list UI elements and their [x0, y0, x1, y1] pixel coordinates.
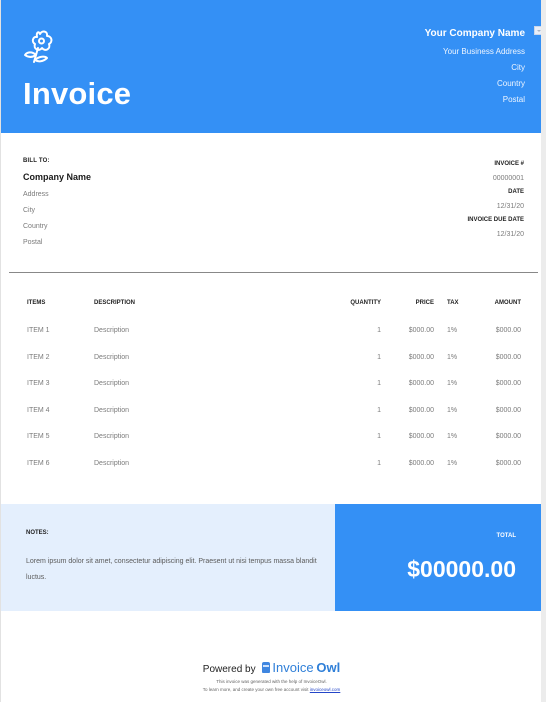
notes-text[interactable]: Lorem ipsum dolor sit amet, consectetur … — [26, 554, 326, 586]
powered-by: Powered by Invoice Owl — [1, 660, 542, 675]
bill-to-label: BILL TO: — [23, 158, 50, 164]
invoice-header: Invoice Your Company Name Your Business … — [1, 0, 544, 133]
col-header-tax: TAX — [447, 300, 459, 306]
item-description[interactable]: Description — [94, 354, 129, 361]
company-name-field[interactable]: Your Company Name — [425, 27, 525, 45]
footer-note: This invoice was generated with the help… — [216, 679, 327, 684]
powered-by-text: Powered by — [202, 664, 256, 675]
company-country-field[interactable]: Country — [425, 77, 525, 93]
company-city-field[interactable]: City — [425, 61, 525, 77]
invoiceowl-logo-icon — [262, 662, 271, 673]
company-info: Your Company Name Your Business Address … — [425, 27, 525, 109]
invoice-number-label: INVOICE # — [494, 161, 524, 167]
total-value: $00000.00 — [407, 556, 516, 582]
item-tax[interactable]: 1% — [447, 460, 457, 467]
invoice-number[interactable]: 00000001 — [467, 171, 524, 186]
bill-to-section: BILL TO: Company Name Address City Count… — [23, 158, 91, 246]
date-label: DATE — [508, 189, 524, 195]
item-quantity[interactable]: 1 — [377, 327, 381, 334]
item-amount: $000.00 — [495, 380, 521, 388]
invoice-date[interactable]: 12/31/20 — [467, 199, 524, 214]
col-header-items: ITEMS — [27, 300, 46, 306]
item-name[interactable]: ITEM 1 — [27, 327, 50, 334]
footer-cta: To learn more, and create your own free … — [1, 687, 542, 692]
invoice-page: Invoice Your Company Name Your Business … — [0, 0, 546, 702]
item-price[interactable]: $000.00 — [409, 407, 434, 414]
item-name[interactable]: ITEM 2 — [27, 354, 50, 361]
item-amount: $000.00 — [495, 459, 521, 467]
client-company-name[interactable]: Company Name — [23, 172, 91, 182]
table-row: ITEM 2 Description 1 $000.00 1% $000.00 — [27, 354, 521, 381]
item-amount: $000.00 — [495, 406, 521, 414]
client-postal[interactable]: Postal — [23, 239, 91, 246]
item-description[interactable]: Description — [94, 433, 129, 440]
col-header-price: PRICE — [415, 300, 434, 306]
item-description[interactable]: Description — [94, 327, 129, 334]
invoice-title: Invoice — [23, 76, 132, 111]
company-address-field[interactable]: Your Business Address — [425, 45, 525, 61]
item-description[interactable]: Description — [94, 407, 129, 414]
item-tax[interactable]: 1% — [447, 354, 457, 361]
item-price[interactable]: $000.00 — [409, 460, 434, 467]
item-name[interactable]: ITEM 3 — [27, 380, 50, 387]
total-label: TOTAL — [496, 533, 516, 539]
col-header-amount: AMOUNT — [494, 300, 521, 306]
item-amount: $000.00 — [495, 353, 521, 361]
item-quantity[interactable]: 1 — [377, 433, 381, 440]
client-country[interactable]: Country — [23, 223, 91, 230]
due-date-label: INVOICE DUE DATE — [467, 217, 524, 223]
item-quantity[interactable]: 1 — [377, 354, 381, 361]
item-tax[interactable]: 1% — [447, 407, 457, 414]
flower-icon — [24, 30, 53, 63]
table-row: ITEM 5 Description 1 $000.00 1% $000.00 — [27, 433, 521, 460]
scrollbar[interactable] — [541, 0, 546, 702]
item-quantity[interactable]: 1 — [377, 380, 381, 387]
brand-invoice: Invoice — [272, 660, 314, 675]
item-price[interactable]: $000.00 — [409, 380, 434, 387]
item-name[interactable]: ITEM 4 — [27, 407, 50, 414]
client-city[interactable]: City — [23, 207, 91, 214]
total-section: TOTAL $00000.00 — [335, 504, 542, 611]
footer-cta-text: To learn more, and create your own free … — [202, 687, 309, 692]
item-tax[interactable]: 1% — [447, 433, 457, 440]
invoice-meta: INVOICE # 00000001 DATE 12/31/20 INVOICE… — [467, 158, 524, 242]
col-header-quantity: QUANTITY — [350, 300, 381, 306]
item-amount: $000.00 — [495, 433, 521, 441]
invoice-due-date[interactable]: 12/31/20 — [467, 227, 524, 242]
table-row: ITEM 4 Description 1 $000.00 1% $000.00 — [27, 407, 521, 434]
item-description[interactable]: Description — [94, 460, 129, 467]
items-table: ITEMS DESCRIPTION QUANTITY PRICE TAX AMO… — [27, 300, 521, 487]
notes-label: NOTES: — [26, 530, 49, 536]
table-row: ITEM 3 Description 1 $000.00 1% $000.00 — [27, 380, 521, 407]
brand-owl: Owl — [316, 660, 341, 675]
table-row: ITEM 6 Description 1 $000.00 1% $000.00 — [27, 460, 521, 487]
item-price[interactable]: $000.00 — [409, 327, 434, 334]
item-tax[interactable]: 1% — [447, 380, 457, 387]
item-price[interactable]: $000.00 — [409, 433, 434, 440]
item-tax[interactable]: 1% — [447, 327, 457, 334]
item-quantity[interactable]: 1 — [377, 460, 381, 467]
invoiceowl-link[interactable]: invoiceowl.com — [310, 687, 341, 692]
item-name[interactable]: ITEM 6 — [27, 460, 50, 467]
col-header-description: DESCRIPTION — [94, 300, 136, 306]
item-quantity[interactable]: 1 — [377, 407, 381, 414]
section-divider — [9, 272, 538, 273]
table-row: ITEM 1 Description 1 $000.00 1% $000.00 — [27, 327, 521, 354]
item-description[interactable]: Description — [94, 380, 129, 387]
company-postal-field[interactable]: Postal — [425, 93, 525, 109]
client-address[interactable]: Address — [23, 191, 91, 198]
item-price[interactable]: $000.00 — [409, 354, 434, 361]
table-header-row: ITEMS DESCRIPTION QUANTITY PRICE TAX AMO… — [27, 300, 521, 327]
item-amount: $000.00 — [495, 327, 521, 334]
item-name[interactable]: ITEM 5 — [27, 433, 50, 440]
